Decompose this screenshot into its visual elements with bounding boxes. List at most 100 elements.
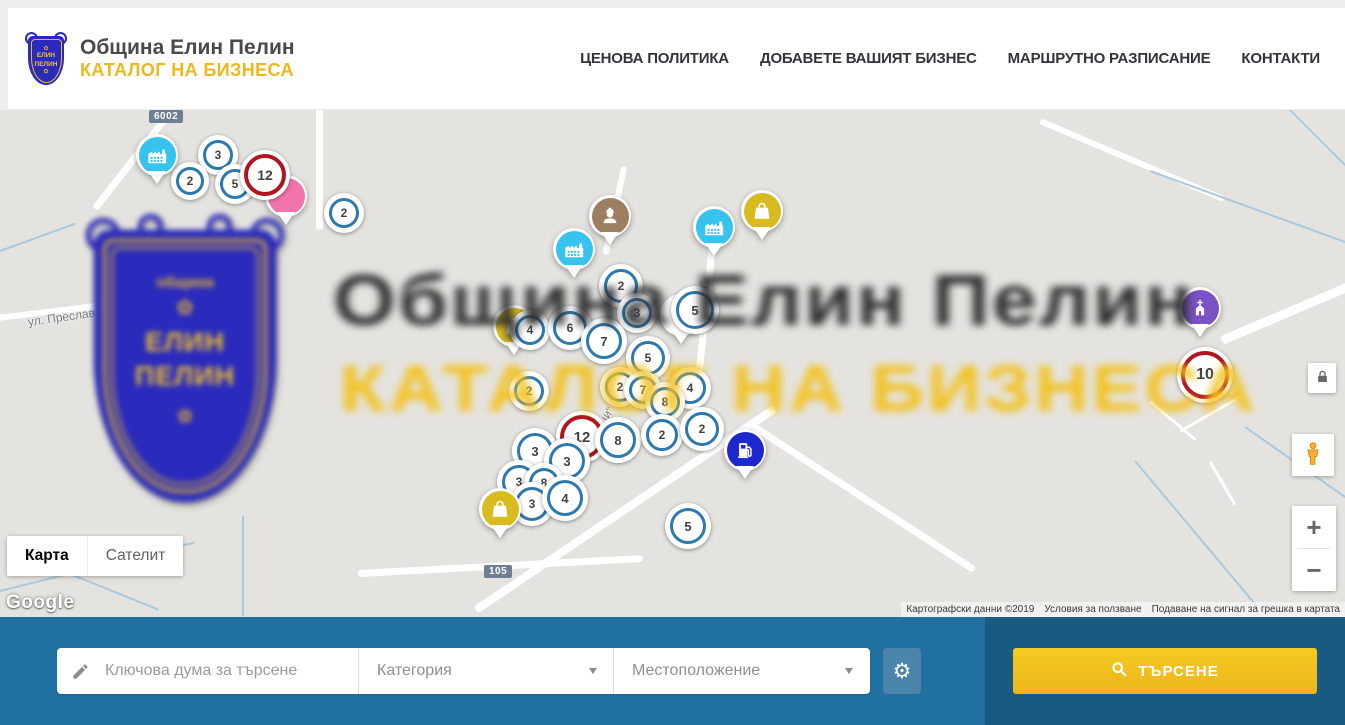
site-title: Община Елин Пелин — [80, 36, 295, 60]
map-road — [750, 423, 976, 573]
map-road — [316, 110, 323, 230]
search-bar-left: Категория Местоположение ⚙ — [0, 617, 985, 725]
attribution-copyright: Картографски данни ©2019 — [901, 604, 1039, 615]
map-attribution: Картографски данни ©2019 Условия за полз… — [901, 602, 1345, 617]
page-edge — [0, 0, 1345, 8]
lock-button[interactable] — [1308, 363, 1336, 393]
location-select-label: Местоположение — [632, 662, 760, 680]
map-type-control: Карта Сателит — [7, 536, 183, 576]
category-select-label: Категория — [377, 662, 452, 680]
map-canvas[interactable]: 6002105ул. Преславбул. „Новоселци“ци“ 32… — [0, 110, 1345, 617]
cluster-count: 2 — [187, 174, 194, 188]
cluster-count: 3 — [563, 454, 570, 469]
chevron-down-icon — [589, 668, 597, 674]
nav-contacts[interactable]: КОНТАКТИ — [1241, 50, 1320, 67]
page-edge — [0, 8, 8, 110]
nav-add-business[interactable]: ДОБАВЕТЕ ВАШИЯТ БИЗНЕС — [760, 50, 977, 67]
search-button-label: ТЪРСЕНЕ — [1138, 663, 1219, 680]
nav-route-schedule[interactable]: МАРШРУТНО РАЗПИСАНИЕ — [1008, 50, 1211, 67]
cluster-count: 3 — [529, 497, 536, 511]
cluster-count: 3 — [531, 444, 538, 459]
map-boundary-line — [1284, 110, 1345, 169]
logo-ornament: ✿ — [43, 69, 48, 75]
factory-icon — [139, 137, 176, 174]
cluster-ring: 12 — [244, 154, 286, 196]
municipality-logo: ✿ ЕЛИН ПЕЛИН ✿ — [26, 32, 66, 85]
watermark-shield-top-text: община — [156, 274, 214, 291]
bag-icon — [482, 491, 519, 528]
watermark-ornament: ✿ — [177, 295, 194, 320]
map-type-satellite-button[interactable]: Сателит — [87, 536, 183, 576]
watermark-title: Община Елин Пелин — [333, 260, 1195, 342]
map-road — [1209, 461, 1237, 506]
watermark-shield-name: ЕЛИН — [145, 326, 225, 360]
cluster-count: 4 — [561, 491, 568, 506]
nav-pricing-policy[interactable]: ЦЕНОВА ПОЛИТИКА — [580, 50, 729, 67]
page: ✿ ЕЛИН ПЕЛИН ✿ Община Елин Пелин КАТАЛОГ… — [0, 0, 1345, 725]
zoom-control: + − — [1292, 506, 1336, 591]
map-boundary-line — [242, 516, 244, 616]
watermark-shield-name: ПЕЛИН — [135, 360, 235, 394]
pencil-icon — [57, 662, 103, 681]
logo-name-line: ПЕЛИН — [35, 61, 58, 70]
map-type-map-button[interactable]: Карта — [7, 536, 87, 576]
category-select[interactable]: Категория — [358, 648, 613, 694]
watermark-subtitle: КАТАЛОГ НА БИЗНЕСА — [340, 350, 1257, 426]
map-road — [1220, 280, 1345, 345]
settings-button[interactable]: ⚙ — [883, 648, 921, 694]
lock-icon — [1315, 369, 1330, 388]
watermark-municipality-logo: община ✿ ЕЛИН ПЕЛИН ✿ — [86, 214, 284, 504]
cluster-marker[interactable]: 2 — [171, 162, 209, 200]
cluster-count: 5 — [232, 177, 239, 191]
pin-marker-fuel[interactable] — [724, 429, 766, 471]
search-icon — [1111, 661, 1128, 682]
gear-icon: ⚙ — [893, 659, 912, 684]
pin-marker-worker[interactable] — [589, 195, 631, 237]
search-button[interactable]: ТЪРСЕНЕ — [1013, 648, 1317, 694]
pin-marker-factory[interactable] — [693, 206, 735, 248]
cluster-ring: 4 — [547, 480, 583, 516]
road-badge: 105 — [484, 565, 512, 578]
bag-icon — [744, 193, 781, 230]
cluster-ring: 2 — [176, 167, 204, 195]
search-box: Категория Местоположение — [57, 648, 870, 694]
fuel-icon — [727, 432, 764, 469]
zoom-out-button[interactable]: − — [1292, 549, 1336, 591]
cluster-count: 2 — [659, 428, 666, 442]
map-boundary-line — [0, 223, 76, 252]
cluster-marker[interactable]: 5 — [665, 503, 711, 549]
location-select[interactable]: Местоположение — [613, 648, 869, 694]
chevron-down-icon — [845, 668, 853, 674]
google-logo[interactable]: Google — [6, 592, 74, 614]
cluster-marker[interactable]: 2 — [324, 193, 364, 233]
street-view-pegman[interactable] — [1292, 434, 1334, 476]
brand[interactable]: ✿ ЕЛИН ПЕЛИН ✿ Община Елин Пелин КАТАЛОГ… — [26, 32, 295, 85]
attribution-terms-link[interactable]: Условия за ползване — [1039, 604, 1146, 615]
pegman-icon — [1300, 440, 1326, 471]
cluster-ring: 2 — [329, 198, 359, 228]
header: ✿ ЕЛИН ПЕЛИН ✿ Община Елин Пелин КАТАЛОГ… — [8, 8, 1345, 110]
cluster-count: 12 — [257, 167, 273, 183]
road-badge: 6002 — [149, 110, 183, 123]
search-bar-right: ТЪРСЕНЕ — [985, 617, 1345, 725]
worker-icon — [592, 198, 629, 235]
factory-icon — [696, 209, 733, 246]
cluster-marker[interactable]: 12 — [240, 150, 290, 200]
main-nav: ЦЕНОВА ПОЛИТИКА ДОБАВЕТЕ ВАШИЯТ БИЗНЕС М… — [580, 50, 1320, 67]
cluster-count: 3 — [215, 148, 222, 162]
brand-text: Община Елин Пелин КАТАЛОГ НА БИЗНЕСА — [80, 36, 295, 82]
cluster-count: 5 — [684, 519, 691, 534]
map-boundary-line — [1150, 170, 1345, 247]
cluster-ring: 5 — [670, 508, 706, 544]
logo-name-line: ЕЛИН — [37, 52, 55, 61]
pin-marker-bag[interactable] — [741, 190, 783, 232]
cluster-count: 8 — [614, 433, 621, 448]
attribution-report-error-link[interactable]: Подаване на сигнал за грешка в картата — [1147, 604, 1345, 615]
pin-marker-bag[interactable] — [479, 488, 521, 530]
site-subtitle: КАТАЛОГ НА БИЗНЕСА — [80, 60, 295, 82]
cluster-count: 2 — [341, 206, 348, 220]
keyword-input[interactable] — [103, 661, 358, 681]
cluster-marker[interactable]: 4 — [542, 475, 588, 521]
pin-marker-factory[interactable] — [136, 134, 178, 176]
zoom-in-button[interactable]: + — [1292, 506, 1336, 548]
